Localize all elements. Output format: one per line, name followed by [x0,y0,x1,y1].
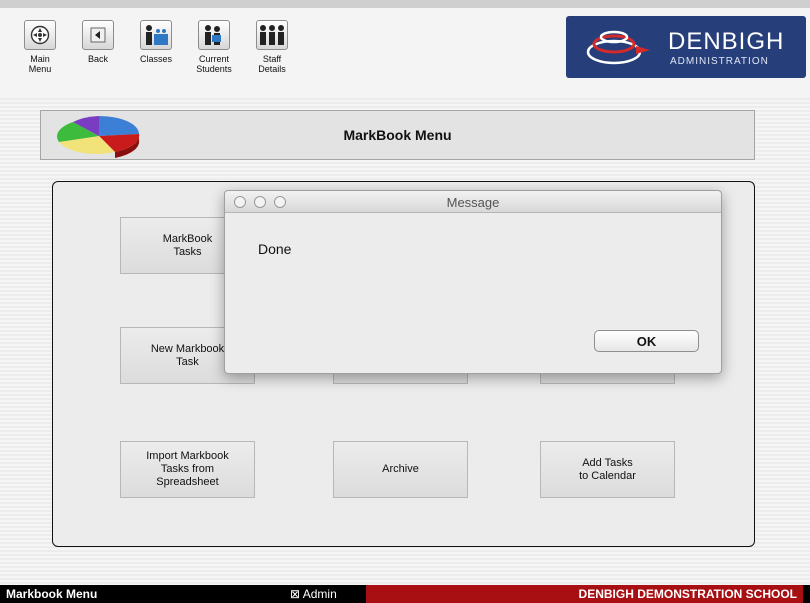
main-menu-icon [24,20,56,50]
page-title-bar: MarkBook Menu [40,110,755,160]
back-arrow-icon [82,20,114,50]
status-layout-name: Markbook Menu [6,587,98,601]
main-menu-label: Main Menu [28,54,52,74]
denbigh-swoosh-icon [586,30,650,65]
classes-icon [140,20,172,50]
dialog-titlebar[interactable]: Message [225,191,721,213]
ok-button[interactable]: OK [594,330,699,352]
main-menu-button[interactable]: Main Menu [18,20,62,74]
status-admin: ⊠ Admin [290,587,337,601]
classes-button[interactable]: Classes [134,20,178,64]
status-bar: Markbook Menu ⊠ Admin DENBIGH DEMONSTRAT… [0,585,810,603]
current-students-button[interactable]: Current Students [192,20,236,74]
page-title: MarkBook Menu [343,127,452,143]
message-dialog: Message Done OK [224,190,722,374]
add-tasks-to-calendar-button[interactable]: Add Tasks to Calendar [540,441,675,498]
students-icon [198,20,230,50]
back-label: Back [87,54,108,64]
denbigh-logo: DENBIGH ADMINISTRATION [566,16,806,78]
logo-subtitle: ADMINISTRATION [670,56,769,67]
staff-details-label: Staff Details [258,54,286,74]
dialog-title: Message [446,195,500,210]
logo-name: DENBIGH [668,28,785,55]
current-students-label: Current Students [196,54,232,74]
import-markbook-tasks-button[interactable]: Import Markbook Tasks from Spreadsheet [120,441,255,498]
staff-icon [256,20,288,50]
dialog-message: Done [258,241,292,257]
status-school-name: DENBIGH DEMONSTRATION SCHOOL [366,585,803,603]
back-button[interactable]: Back [76,20,120,64]
staff-details-button[interactable]: Staff Details [250,20,294,74]
archive-button[interactable]: Archive [333,441,468,498]
classes-label: Classes [139,54,172,64]
toolbar: Main Menu Back Classes Current Students … [0,0,810,98]
